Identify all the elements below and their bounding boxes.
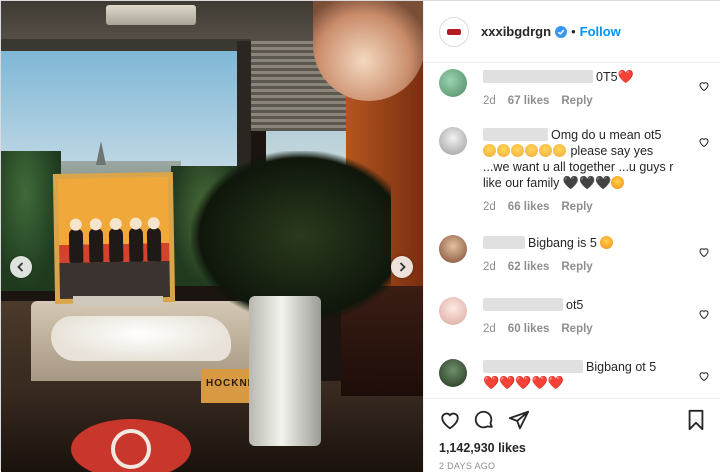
heart-icon (699, 372, 709, 382)
comment-age: 2d (483, 323, 496, 335)
save-button[interactable] (685, 409, 707, 431)
carousel-next-button[interactable] (391, 256, 413, 278)
follow-button[interactable]: Follow (580, 24, 621, 39)
commenter-username-blurred[interactable] (483, 128, 548, 141)
comments-list[interactable]: 0T5❤️ 2d 67 likes Reply Omg do u mean ot… (424, 63, 720, 398)
chevron-left-icon (17, 262, 24, 272)
heart-icon (441, 412, 459, 430)
comment-emoji: ❤️❤️❤️❤️❤️ (483, 375, 564, 390)
post-side-panel: xxxibgdrgn • Follow 0T5❤️ 2d 67 likes Re… (423, 1, 720, 472)
star-eyes-emoji (600, 236, 614, 249)
account-avatar[interactable] (439, 16, 469, 47)
comment-text-line2: please say yes (570, 144, 654, 158)
post-photo: HOCKNEY (1, 1, 423, 472)
commenter-avatar[interactable] (439, 297, 467, 325)
comment-likes[interactable]: 62 likes (508, 261, 550, 273)
commenter-username-blurred[interactable] (483, 298, 563, 311)
easel-base (73, 296, 163, 306)
post-header: xxxibgdrgn • Follow (424, 1, 720, 63)
fur-throw (51, 316, 231, 361)
comment-like-button[interactable] (698, 369, 710, 382)
comment-button[interactable] (473, 409, 495, 431)
post-actions: 1,142,930 likes 2 DAYS AGO (424, 398, 720, 472)
ceiling-light (106, 5, 196, 25)
commenter-username-blurred[interactable] (483, 236, 525, 249)
crying-emoji (539, 144, 552, 157)
heart-icon (699, 310, 709, 320)
separator-dot: • (571, 24, 576, 39)
comment-text: Bigbang is 5 (528, 236, 597, 250)
star-eyes-emoji (611, 176, 625, 189)
instagram-post-modal: HOCKNEY xxxibgdrgn • Follow 0T5❤️ 2d 67 … (0, 0, 720, 472)
comment-age: 2d (483, 201, 496, 213)
heart-icon (699, 82, 709, 92)
bookmark-icon (688, 409, 704, 431)
comment-text: Omg do u mean ot5 (551, 128, 662, 142)
post-timestamp[interactable]: 2 DAYS AGO (439, 461, 495, 471)
comment-icon (474, 410, 493, 429)
comment-text: ot5 (566, 298, 584, 312)
crying-emoji (525, 144, 538, 157)
share-button[interactable] (508, 409, 530, 431)
comment-likes[interactable]: 60 likes (508, 323, 550, 335)
comment-likes[interactable]: 66 likes (508, 201, 550, 213)
carousel-prev-button[interactable] (10, 256, 32, 278)
account-username[interactable]: xxxibgdrgn (481, 24, 551, 39)
plant-pot (249, 296, 321, 446)
comment-age: 2d (483, 261, 496, 273)
cartoon-painting (52, 171, 176, 305)
crying-emoji (483, 144, 496, 157)
verified-badge-icon (555, 25, 568, 38)
reply-button[interactable]: Reply (561, 201, 592, 213)
comment-emoji: 🖤🖤🖤 (562, 175, 612, 190)
paper-plane-icon (508, 410, 530, 430)
comment-text: 0T5 (596, 70, 618, 84)
comment-text: Bigbang ot 5 (586, 360, 657, 374)
commenter-username-blurred[interactable] (483, 360, 583, 373)
commenter-avatar[interactable] (439, 359, 467, 387)
comment-age: 2d (483, 95, 496, 107)
comment-likes[interactable]: 67 likes (508, 95, 550, 107)
reply-button[interactable]: Reply (561, 323, 592, 335)
comment-text-line3: ...we want u all together ...u guys r (483, 160, 674, 174)
comment-text-line4: like our family (483, 176, 560, 190)
crying-emoji (511, 144, 524, 157)
commenter-avatar[interactable] (439, 235, 467, 263)
comment-like-button[interactable] (698, 135, 710, 148)
commenter-username-blurred[interactable] (483, 70, 593, 83)
heart-icon (699, 138, 709, 148)
crying-emoji (497, 144, 510, 157)
chevron-right-icon (399, 262, 406, 272)
likes-count[interactable]: 1,142,930 likes (439, 441, 526, 455)
comment-emoji: ❤️ (617, 69, 634, 84)
crying-emoji (553, 144, 566, 157)
comment-like-button[interactable] (698, 245, 710, 258)
comment-like-button[interactable] (698, 79, 710, 92)
commenter-avatar[interactable] (439, 127, 467, 155)
window-frame-top (1, 39, 251, 51)
heart-icon (699, 248, 709, 258)
comment-like-button[interactable] (698, 307, 710, 320)
reply-button[interactable]: Reply (561, 95, 592, 107)
like-button[interactable] (439, 409, 461, 431)
peace-symbol (111, 429, 151, 469)
commenter-avatar[interactable] (439, 69, 467, 97)
reply-button[interactable]: Reply (561, 261, 592, 273)
